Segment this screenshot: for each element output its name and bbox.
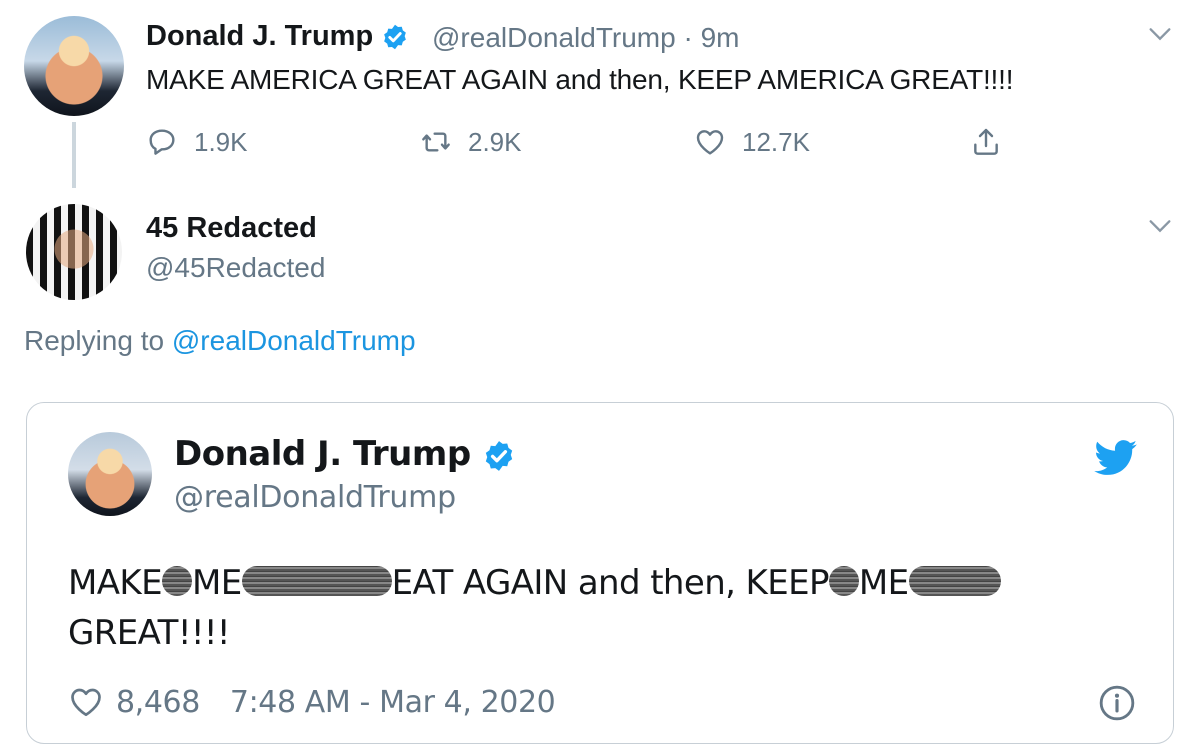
embed-text-part-3: EAT AGAIN and then, KEEP <box>391 563 830 603</box>
reply-handle[interactable]: @45Redacted <box>146 252 325 284</box>
thread-connector <box>72 122 76 188</box>
verified-badge-icon <box>485 440 513 471</box>
replying-to-link[interactable]: @realDonaldTrump <box>172 325 416 356</box>
like-button[interactable]: 12.7K <box>694 122 810 162</box>
redaction-mark <box>241 565 392 596</box>
embed-timestamp[interactable]: 7:48 AM - Mar 4, 2020 <box>230 685 556 720</box>
tweet-handle[interactable]: @realDonaldTrump <box>432 22 676 53</box>
replying-to: Replying to @realDonaldTrump <box>24 325 416 357</box>
tweet-handle-time: @realDonaldTrump · 9m <box>432 22 740 54</box>
reply-icon <box>149 129 175 155</box>
embed-tweet-text: MAKE ME EAT AGAIN and then, KEEP ME GREAT!!… <box>68 558 1128 658</box>
tweet-time[interactable]: 9m <box>701 22 740 53</box>
author-name-text: Donald J. Trump <box>146 20 374 52</box>
reply-button[interactable]: 1.9K <box>146 122 248 162</box>
embed-handle[interactable]: @realDonaldTrump <box>174 480 456 515</box>
embed-avatar[interactable] <box>68 432 152 516</box>
retweet-icon <box>422 132 450 152</box>
embed-author-name[interactable]: Donald J. Trump <box>174 434 516 474</box>
share-icon <box>974 128 998 155</box>
tweet-author-name[interactable]: Donald J. Trump <box>146 20 409 53</box>
twitter-bird-icon[interactable] <box>1094 440 1138 476</box>
chevron-down-icon[interactable] <box>1146 20 1174 48</box>
like-count: 12.7K <box>742 126 810 157</box>
separator-dot: · <box>683 22 693 53</box>
redaction-mark <box>908 565 1001 596</box>
replying-to-prefix: Replying to <box>24 325 165 356</box>
verified-badge-icon <box>384 25 407 50</box>
embed-text-part-5: GREAT!!!! <box>68 613 231 653</box>
redaction-mark <box>161 565 192 596</box>
embed-text-part-4: ME <box>858 563 909 603</box>
embed-author-name-text: Donald J. Trump <box>174 434 471 474</box>
like-icon[interactable] <box>68 684 104 720</box>
embed-like-count: 8,468 <box>116 684 200 720</box>
reply-author-name[interactable]: 45 Redacted <box>146 212 317 245</box>
retweet-button[interactable]: 2.9K <box>420 122 522 162</box>
embed-text-part-1: MAKE <box>68 563 163 603</box>
tweet-text: MAKE AMERICA GREAT AGAIN and then, KEEP … <box>146 64 1014 95</box>
like-icon <box>696 130 724 155</box>
embed-footer: 8,468 7:48 AM - Mar 4, 2020 <box>68 684 556 720</box>
retweet-count: 2.9K <box>468 126 522 157</box>
avatar-45redacted[interactable] <box>26 204 122 300</box>
chevron-down-icon[interactable] <box>1146 212 1174 240</box>
redaction-mark <box>828 565 859 596</box>
avatar-realdonaldtrump[interactable] <box>24 16 124 116</box>
reply-count: 1.9K <box>194 126 248 157</box>
info-icon[interactable] <box>1098 684 1136 722</box>
share-button[interactable] <box>970 122 1002 162</box>
embed-text-part-2: ME <box>191 563 242 603</box>
